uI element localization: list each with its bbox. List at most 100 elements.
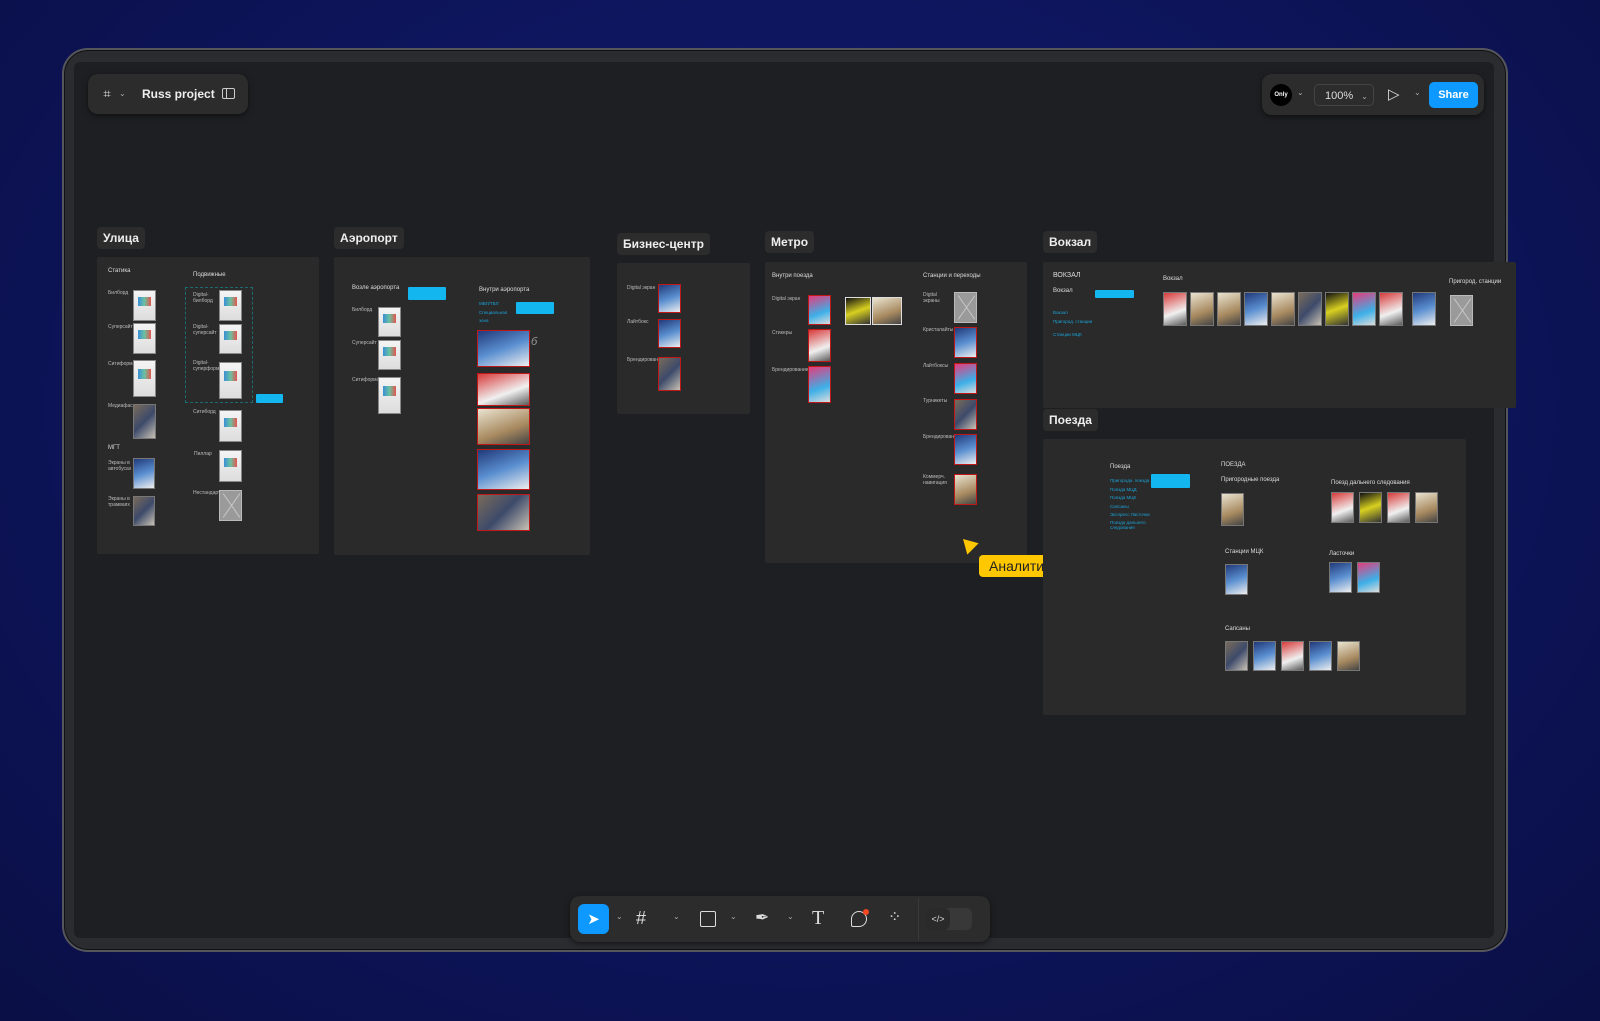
link[interactable]: Вокзал — [1053, 309, 1068, 317]
photo-thumbnail[interactable] — [1412, 292, 1436, 326]
photo-thumbnail[interactable] — [1225, 641, 1248, 671]
photo-thumbnail[interactable] — [808, 329, 831, 362]
comment-note[interactable] — [408, 287, 446, 300]
share-button[interactable]: Share — [1429, 82, 1478, 108]
link[interactable]: Пригород. станции — [1053, 318, 1092, 326]
link[interactable]: Станции МЦК — [1053, 331, 1082, 339]
photo-thumbnail[interactable] — [1415, 492, 1438, 523]
photo-thumbnail[interactable] — [954, 434, 977, 465]
photo-thumbnail[interactable] — [1271, 292, 1295, 326]
tram-screen-thumbnail[interactable] — [133, 496, 155, 526]
photo-thumbnail[interactable] — [1325, 292, 1349, 326]
photo-thumbnail[interactable] — [808, 366, 831, 403]
link[interactable]: Поезда дальнего следования — [1110, 520, 1146, 530]
frame-label-ulitsa[interactable]: Улица — [97, 227, 145, 249]
photo-thumbnail[interactable] — [954, 327, 977, 358]
supersite-thumbnail[interactable] — [133, 323, 156, 354]
screenshot-thumbnail[interactable] — [872, 297, 902, 325]
chevron-down-icon[interactable]: ⌄ — [616, 912, 623, 921]
photo-thumbnail[interactable] — [1163, 292, 1187, 326]
link[interactable]: Поезда МЦД — [1110, 486, 1137, 494]
mediafacade-thumbnail[interactable] — [133, 404, 156, 439]
chevron-down-icon[interactable]: ⌄ — [1297, 88, 1304, 97]
photo-thumbnail[interactable] — [477, 408, 530, 445]
photo-thumbnail[interactable] — [1352, 292, 1376, 326]
sidebar-toggle-icon[interactable] — [222, 88, 235, 99]
placeholder-thumbnail[interactable] — [954, 292, 977, 323]
photo-thumbnail[interactable] — [477, 330, 530, 367]
comment-note[interactable] — [1151, 474, 1190, 488]
photo-thumbnail[interactable] — [1281, 641, 1304, 671]
photo-thumbnail[interactable] — [1379, 292, 1403, 326]
text-tool-icon[interactable]: T — [812, 907, 824, 930]
frame-label-trains[interactable]: Поезда — [1043, 409, 1098, 431]
digital-supersite-thumbnail[interactable] — [219, 324, 242, 354]
chevron-down-icon[interactable]: ⌄ — [1414, 88, 1421, 97]
photo-thumbnail[interactable] — [1331, 492, 1354, 523]
photo-thumbnail[interactable] — [1253, 641, 1276, 671]
cityboard-thumbnail[interactable] — [219, 410, 242, 442]
frame-label-business[interactable]: Бизнес-центр — [617, 233, 710, 255]
chevron-down-icon[interactable]: ⌄ — [119, 89, 126, 98]
billboard-thumbnail[interactable] — [133, 290, 156, 321]
link[interactable]: Пригородн. поезда — [1110, 477, 1149, 485]
cityformat-thumbnail[interactable] — [378, 377, 401, 414]
play-icon[interactable]: ▷ — [1388, 85, 1400, 103]
digital-billboard-thumbnail[interactable] — [219, 290, 242, 321]
project-name[interactable]: Russ project — [142, 87, 215, 101]
photo-thumbnail[interactable] — [808, 295, 831, 325]
photo-thumbnail[interactable] — [1329, 562, 1352, 593]
photo-thumbnail[interactable] — [954, 363, 977, 394]
link[interactable]: Специальная зона — [479, 309, 507, 325]
photo-thumbnail[interactable] — [477, 449, 530, 490]
comment-note[interactable] — [516, 302, 554, 314]
zoom-dropdown[interactable]: 100% ⌄ — [1314, 84, 1374, 106]
photo-thumbnail[interactable] — [658, 319, 681, 348]
pillar-thumbnail[interactable] — [219, 450, 242, 482]
photo-thumbnail[interactable] — [1244, 292, 1268, 326]
link[interactable]: Экспресс Ласточки — [1110, 511, 1150, 519]
photo-thumbnail[interactable] — [954, 399, 977, 430]
photo-thumbnail[interactable] — [477, 494, 530, 531]
frame-vokzal[interactable] — [1043, 262, 1516, 408]
bus-screen-thumbnail[interactable] — [133, 458, 155, 489]
comment-note[interactable] — [256, 394, 283, 403]
supersite-thumbnail[interactable] — [378, 340, 401, 370]
comment-note[interactable] — [1095, 290, 1134, 298]
screenshot-thumbnail[interactable] — [845, 297, 871, 325]
frame-label-metro[interactable]: Метро — [765, 231, 815, 253]
photo-thumbnail[interactable] — [1357, 562, 1380, 593]
photo-thumbnail[interactable] — [1387, 492, 1410, 523]
figma-logo-icon[interactable]: ⌗ — [100, 86, 114, 102]
link[interactable]: МВЛ/ТВЛ — [479, 300, 499, 308]
photo-thumbnail[interactable] — [1221, 493, 1244, 526]
actions-components-icon[interactable]: ⁘ — [888, 907, 901, 927]
pen-tool-icon[interactable]: ✒ — [755, 908, 769, 928]
photo-thumbnail[interactable] — [1298, 292, 1322, 326]
dev-mode-toggle[interactable]: </> — [926, 908, 972, 930]
chevron-down-icon[interactable]: ⌄ — [730, 912, 737, 921]
chevron-down-icon[interactable]: ⌄ — [673, 912, 680, 921]
photo-thumbnail[interactable] — [1359, 492, 1382, 523]
billboard-thumbnail[interactable] — [378, 307, 401, 337]
photo-thumbnail[interactable] — [1190, 292, 1214, 326]
photo-thumbnail[interactable] — [1309, 641, 1332, 671]
placeholder-thumbnail[interactable] — [219, 490, 242, 521]
avatar[interactable]: Only — [1270, 84, 1292, 106]
photo-thumbnail[interactable] — [1225, 564, 1248, 595]
cityformat-thumbnail[interactable] — [133, 360, 156, 397]
placeholder-thumbnail[interactable] — [1450, 295, 1473, 326]
link[interactable]: Сапсаны — [1110, 503, 1129, 511]
photo-thumbnail[interactable] — [477, 373, 530, 406]
rectangle-tool-icon[interactable] — [700, 911, 716, 927]
photo-thumbnail[interactable] — [954, 474, 977, 505]
chevron-down-icon[interactable]: ⌄ — [787, 912, 794, 921]
frame-tool-icon[interactable]: # — [636, 908, 646, 929]
photo-thumbnail[interactable] — [658, 284, 681, 313]
frame-label-vokzal[interactable]: Вокзал — [1043, 231, 1098, 253]
comment-tool-icon[interactable] — [851, 909, 869, 927]
link[interactable]: Поезда МЦК — [1110, 494, 1136, 502]
frame-label-airport[interactable]: Аэропорт — [334, 227, 404, 249]
photo-thumbnail[interactable] — [658, 357, 681, 391]
move-tool-button[interactable]: ➤ — [578, 904, 609, 934]
